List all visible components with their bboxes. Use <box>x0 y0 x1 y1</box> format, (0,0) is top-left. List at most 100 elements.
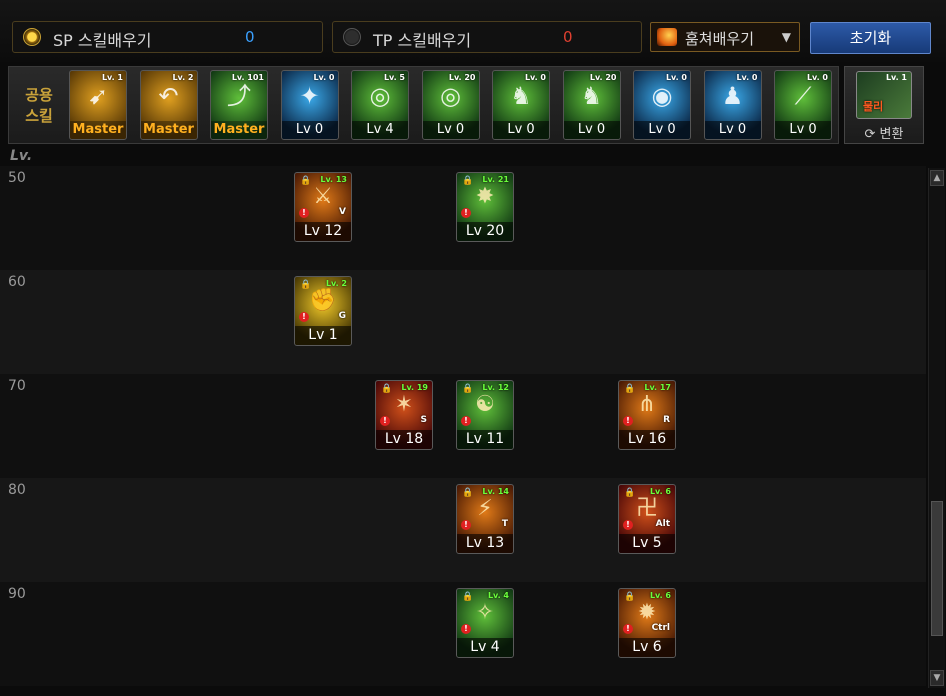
lock-icon: 🔒 <box>381 384 393 394</box>
tree-skill-slot[interactable]: ✊ 🔒 Lv. 2! G Lv 1 <box>294 276 352 346</box>
tree-skill-slot[interactable]: ✧ 🔒 Lv. 4! Lv 4 <box>456 588 514 658</box>
strike-icon-glyph: ⚡ <box>477 496 493 521</box>
sp-label: SP 스킬배우기 <box>53 31 152 50</box>
scrollbar-thumb[interactable] <box>931 501 943 636</box>
convert-label: ⟳ 변환 <box>864 127 904 142</box>
tree-skill-slot[interactable]: ✹ 🔒 Lv. 6! Ctrl Lv 6 <box>618 588 676 658</box>
common-skill-slot[interactable]: ↶ Lv. 2 Master <box>139 70 198 140</box>
skill-level-tag: Lv. 0 <box>524 73 546 82</box>
hotkey-label: R <box>663 415 670 425</box>
figure-icon[interactable]: ♞ Lv. 0 Lv 0 <box>492 70 550 140</box>
tree-skill-slot[interactable]: 卍 🔒 Lv. 6! Alt Lv 5 <box>618 484 676 554</box>
tp-radio-icon[interactable] <box>343 28 361 46</box>
skill-level-caption: Lv 18 <box>376 430 432 449</box>
flame-icon[interactable]: ✹ 🔒 Lv. 6! Ctrl Lv 6 <box>618 588 676 658</box>
warning-icon: ! <box>299 312 309 322</box>
claw-icon[interactable]: ⋔ 🔒 Lv. 17! R Lv 16 <box>618 380 676 450</box>
skill-level-caption: Master <box>211 121 267 139</box>
target-icon[interactable]: ◎ Lv. 20 Lv 0 <box>421 70 480 140</box>
skill-level-tag: Lv. 13 <box>320 175 347 184</box>
swipe-icon[interactable]: ⟋ Lv. 0 Lv 0 <box>774 70 832 140</box>
skill-level-caption: Lv 0 <box>775 121 831 139</box>
scroll-down-arrow-icon[interactable]: ▼ <box>930 670 944 686</box>
skill-level-caption: Master <box>70 121 126 139</box>
steal-learn-label: 훔쳐배우기 <box>685 30 755 48</box>
skill-level-caption: Lv 13 <box>457 534 513 553</box>
slash-icon-glyph: ⚔ <box>313 184 333 209</box>
dash-icon[interactable]: ➹ Lv. 1 Master <box>69 70 127 140</box>
tree-skill-slot[interactable]: ✶ 🔒 Lv. 19! S Lv 18 <box>375 380 433 450</box>
common-skill-slot[interactable]: ◉ Lv. 0 Lv 0 <box>633 70 691 140</box>
level-label-70: 70 <box>8 378 26 394</box>
tp-learn-mode[interactable]: TP 스킬배우기 0 <box>332 21 642 53</box>
skill-level-tag: Lv. 12 <box>482 383 509 392</box>
scroll-icon[interactable]: 卍 🔒 Lv. 6! Alt Lv 5 <box>618 484 676 554</box>
skill-level-caption: Lv 5 <box>619 534 675 553</box>
hotkey-label: T <box>501 519 508 529</box>
scroll-up-arrow-icon[interactable]: ▲ <box>930 170 944 186</box>
wings-icon-glyph: ✦ <box>299 82 320 110</box>
tree-skill-slot[interactable]: ☯ 🔒 Lv. 12! Lv 11 <box>456 380 514 450</box>
common-skill-slot[interactable]: ♞ Lv. 20 Lv 0 <box>562 70 621 140</box>
aura-icon[interactable]: ✧ 🔒 Lv. 4! Lv 4 <box>456 588 514 658</box>
convert-button[interactable]: Lv. 1 물리 ⟳ 변환 <box>844 66 924 144</box>
steal-learn-dropdown[interactable]: 훔쳐배우기 ▼ <box>650 22 800 52</box>
common-skill-slot[interactable]: ➹ Lv. 1 Master <box>69 70 127 140</box>
common-skill-slot[interactable]: ⟋ Lv. 0 Lv 0 <box>774 70 832 140</box>
tree-skill-slot[interactable]: ✸ 🔒 Lv. 21! Lv 20 <box>456 172 514 242</box>
physical-badge: 물리 <box>863 100 884 113</box>
target-icon-glyph: ◎ <box>369 82 391 110</box>
lock-icon: 🔒 <box>462 488 474 498</box>
common-skill-slot[interactable]: ♞ Lv. 0 Lv 0 <box>492 70 550 140</box>
sp-radio-selected-icon[interactable] <box>23 28 41 46</box>
common-skill-slot[interactable]: ◎ Lv. 5 Lv 4 <box>351 70 409 140</box>
swipe-icon-glyph: ⟋ <box>794 82 812 110</box>
convert-level-tag: Lv. 1 <box>885 73 907 82</box>
warning-icon: ! <box>623 624 633 634</box>
skill-level-tag: Lv. 101 <box>231 73 264 82</box>
lock-icon: 🔒 <box>462 592 474 602</box>
tree-skill-slot[interactable]: ⚡ 🔒 Lv. 14! T Lv 13 <box>456 484 514 554</box>
body-icon[interactable]: ♟ Lv. 0 Lv 0 <box>703 70 762 140</box>
figure-icon-glyph: ♞ <box>580 82 603 110</box>
skill-level-caption: Lv 0 <box>493 121 549 139</box>
chevron-down-icon: ▼ <box>781 30 791 44</box>
level-label-90: 90 <box>8 586 26 602</box>
sp-learn-mode[interactable]: SP 스킬배우기 0 <box>12 21 323 53</box>
slash-icon[interactable]: ⚔ 🔒 Lv. 13! V Lv 12 <box>294 172 352 242</box>
backstep-icon[interactable]: ↶ Lv. 2 Master <box>139 70 198 140</box>
star-icon-glyph: ✶ <box>394 392 414 417</box>
figure-icon[interactable]: ♞ Lv. 20 Lv 0 <box>562 70 621 140</box>
common-skill-slot[interactable]: ◎ Lv. 20 Lv 0 <box>421 70 480 140</box>
skill-level-tag: Lv. 4 <box>487 591 509 600</box>
figure-icon-glyph: ♞ <box>510 82 532 110</box>
wings-icon[interactable]: ✦ Lv. 0 Lv 0 <box>280 70 339 140</box>
leap-icon[interactable]: ⤴ Lv. 101 Master <box>210 70 268 140</box>
warning-icon: ! <box>461 624 471 634</box>
skill-level-tag: Lv. 6 <box>649 487 671 496</box>
common-skill-slot[interactable]: ♟ Lv. 0 Lv 0 <box>703 70 762 140</box>
warning-icon: ! <box>623 520 633 530</box>
lock-icon: 🔒 <box>462 384 474 394</box>
fist-icon[interactable]: ✊ 🔒 Lv. 2! G Lv 1 <box>294 276 352 346</box>
common-skill-slot[interactable]: ⤴ Lv. 101 Master <box>210 70 268 140</box>
hotkey-label: G <box>338 311 346 321</box>
strike-icon[interactable]: ⚡ 🔒 Lv. 14! T Lv 13 <box>456 484 514 554</box>
warning-icon: ! <box>461 520 471 530</box>
eye-icon[interactable]: ◉ Lv. 0 Lv 0 <box>633 70 691 140</box>
common-skill-slot[interactable]: ✦ Lv. 0 Lv 0 <box>280 70 339 140</box>
monk-icon[interactable]: ☯ 🔒 Lv. 12! Lv 11 <box>456 380 514 450</box>
skill-level-caption: Lv 0 <box>563 121 620 139</box>
skill-level-caption: Lv 0 <box>281 121 338 139</box>
skill-level-caption: Lv 4 <box>352 121 408 139</box>
warning-icon: ! <box>380 416 390 426</box>
skill-level-tag: Lv. 5 <box>383 73 405 82</box>
reset-button[interactable]: 초기화 <box>810 22 931 54</box>
star-icon[interactable]: ✶ 🔒 Lv. 19! S Lv 18 <box>375 380 433 450</box>
tree-skill-slot[interactable]: ⋔ 🔒 Lv. 17! R Lv 16 <box>618 380 676 450</box>
target-icon[interactable]: ◎ Lv. 5 Lv 4 <box>351 70 409 140</box>
skill-level-tag: Lv. 2 <box>172 73 194 82</box>
tree-skill-slot[interactable]: ⚔ 🔒 Lv. 13! V Lv 12 <box>294 172 352 242</box>
burst-icon[interactable]: ✸ 🔒 Lv. 21! Lv 20 <box>456 172 514 242</box>
scrollbar[interactable]: ▲ ▼ <box>928 168 945 688</box>
